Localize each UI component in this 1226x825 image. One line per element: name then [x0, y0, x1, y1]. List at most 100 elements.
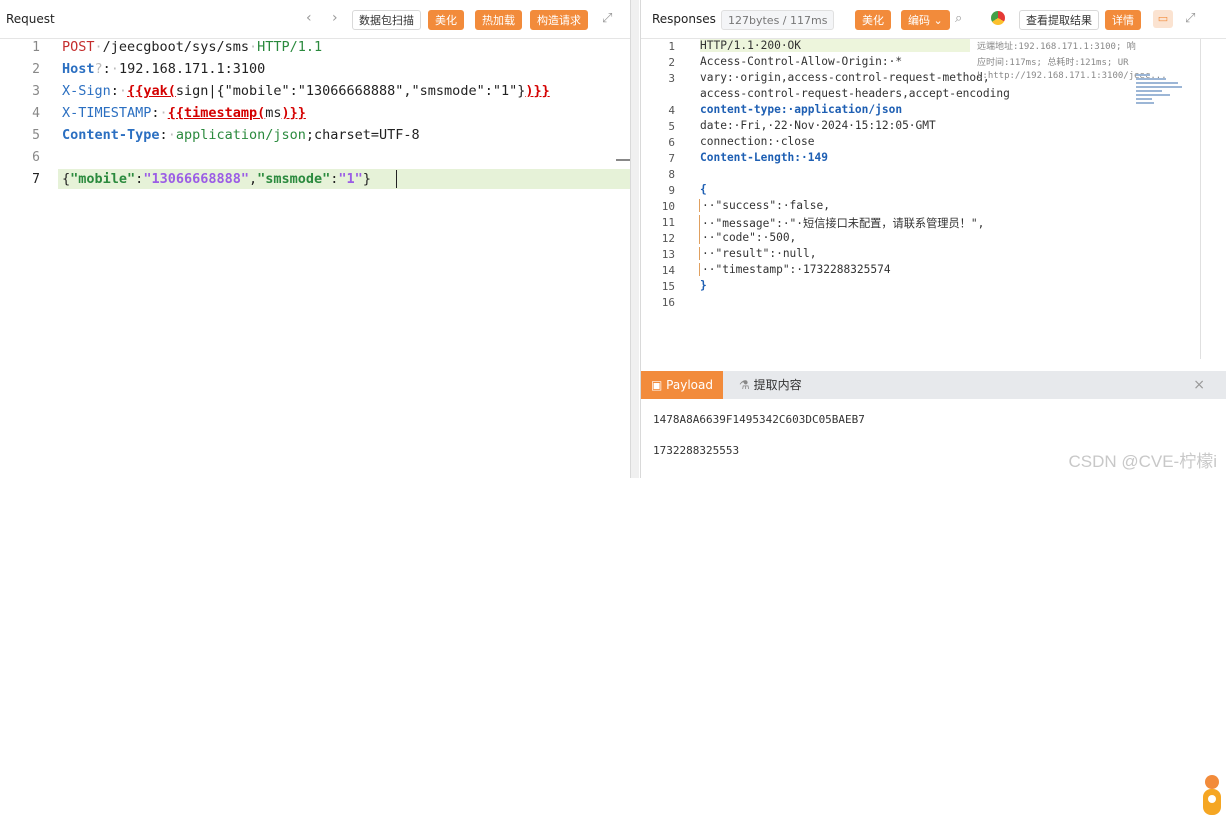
response-line[interactable]: ··"code":·500,	[699, 231, 796, 244]
response-line[interactable]: ··"message":·"·短信接口未配置，请联系管理员！",	[699, 215, 984, 231]
token: ;charset=UTF-8	[305, 127, 420, 143]
request-line[interactable]: X-Sign:·{{yak(sign|{"mobile":"1306666888…	[62, 83, 550, 99]
request-line[interactable]: X-TIMESTAMP:·{{timestamp(ms)}}	[62, 105, 306, 121]
token: ,	[248, 171, 258, 187]
payload-item[interactable]: 1478A8A6639F1495342C603DC05BAEB7	[653, 413, 865, 426]
token: sign|{"mobile":"13066668888","smsmode":"…	[175, 83, 526, 99]
size-badge: 127bytes / 117ms	[721, 10, 835, 30]
token: ·	[118, 83, 128, 99]
response-title: Responses	[652, 12, 716, 26]
encoding-label: 编码	[908, 14, 930, 27]
build-request-button[interactable]: 构造请求	[530, 10, 588, 30]
response-line[interactable]: ··"timestamp":·1732288325574	[699, 263, 891, 276]
tab-extract-label: 提取内容	[753, 378, 802, 392]
close-icon[interactable]: ×	[1193, 377, 1205, 393]
minimap[interactable]	[1136, 74, 1186, 114]
beautify-button[interactable]: 美化	[428, 10, 464, 30]
token: :	[102, 61, 111, 77]
tab-extract[interactable]: ⚗ 提取内容	[729, 371, 812, 399]
packet-scan-button[interactable]: 数据包扫描	[352, 10, 421, 30]
response-toolbar: Responses 127bytes / 117ms 美化 编码 ⌄ ⌕ 查看提…	[641, 0, 1226, 39]
response-line[interactable]: {	[700, 183, 707, 196]
hot-load-button[interactable]: 热加载	[475, 10, 522, 30]
token: {{yak(	[127, 83, 176, 99]
response-line[interactable]: access-control-request-headers,accept-en…	[700, 87, 1010, 100]
watermark: CSDN @CVE-柠檬i	[1068, 452, 1217, 471]
back-arrow-icon[interactable]: ‹	[306, 10, 312, 26]
response-line[interactable]: content-type:·application/json	[700, 103, 902, 116]
response-line[interactable]: ··"success":·false,	[699, 199, 830, 212]
request-panel: Request ‹ › 数据包扫描 美化 热加载 构造请求 ⤢ 1 POST·/j…	[0, 0, 631, 478]
scrollbar-track[interactable]	[1200, 39, 1201, 359]
token: {	[62, 171, 71, 187]
response-line[interactable]: date:·Fri,·22·Nov·2024·15:12:05·GMT	[700, 119, 936, 132]
line-number: 9	[668, 184, 675, 197]
line-number: 15	[661, 280, 675, 293]
token: :	[110, 83, 119, 99]
comment-icon[interactable]: ▭	[1153, 10, 1173, 28]
line-number: 11	[661, 216, 675, 229]
token: POST	[62, 39, 95, 55]
expand-icon[interactable]: ⤢	[1185, 11, 1195, 26]
line-number: 14	[661, 264, 675, 277]
token: Content-Type	[62, 127, 160, 143]
view-extract-button[interactable]: 查看提取结果	[1019, 10, 1099, 30]
response-line[interactable]: HTTP/1.1·200·OK	[700, 39, 970, 52]
response-beautify-button[interactable]: 美化	[855, 10, 891, 30]
expand-icon[interactable]: ⤢	[602, 11, 612, 26]
request-line[interactable]: POST·/jeecgboot/sys/sms·HTTP/1.1	[62, 39, 322, 55]
details-button[interactable]: 详情	[1105, 10, 1141, 30]
line-number: 5	[32, 128, 40, 143]
token: )}}	[281, 105, 306, 121]
response-line[interactable]: Access-Control-Allow-Origin:·*	[700, 55, 902, 68]
line-number: 6	[668, 136, 675, 149]
request-line[interactable]: {"mobile":"13066668888","smsmode":"1"}	[62, 171, 371, 187]
token: /jeecgboot/sys/sms	[102, 39, 249, 55]
token: ·	[167, 127, 176, 143]
mascot-icon	[1201, 775, 1221, 825]
search-icon[interactable]: ⌕	[955, 11, 962, 26]
token: ?	[94, 61, 103, 77]
encoding-dropdown[interactable]: 编码 ⌄	[901, 10, 950, 30]
line-number: 13	[661, 248, 675, 261]
chevron-down-icon: ⌄	[933, 14, 943, 27]
line-number: 2	[668, 56, 675, 69]
token: X-TIMESTAMP	[62, 105, 152, 121]
forward-arrow-icon[interactable]: ›	[332, 10, 338, 26]
line-number: 3	[32, 84, 40, 99]
line-number: 4	[668, 104, 675, 117]
token: ·	[248, 39, 258, 55]
line-number: 8	[668, 168, 675, 181]
line-number: 12	[661, 232, 675, 245]
token: "13066668888"	[143, 171, 249, 187]
panel-divider[interactable]	[631, 0, 639, 478]
response-line[interactable]: Content-Length:·149	[700, 151, 828, 164]
request-editor[interactable]: 1 POST·/jeecgboot/sys/sms·HTTP/1.1 2 Host?:…	[0, 39, 630, 478]
line-number: 6	[32, 150, 40, 165]
tab-payload[interactable]: ▣ Payload	[641, 371, 723, 399]
token: "smsmode"	[257, 171, 331, 187]
line-number: 2	[32, 62, 40, 77]
response-line[interactable]: connection:·close	[700, 135, 815, 148]
token: ·	[94, 39, 103, 55]
token: HTTP/1.1	[257, 39, 323, 55]
request-line[interactable]: Host?:·192.168.171.1:3100	[62, 61, 265, 77]
chrome-browser-icon[interactable]	[991, 11, 1005, 25]
line-number: 7	[668, 152, 675, 165]
response-line[interactable]: }	[700, 279, 707, 292]
token: 192.168.171.1:3100	[118, 61, 266, 77]
token: ms	[265, 105, 282, 121]
payload-item[interactable]: 1732288325553	[653, 444, 739, 457]
flask-icon: ⚗	[739, 378, 750, 392]
line-number: 5	[668, 120, 675, 133]
text-cursor	[396, 170, 397, 188]
response-line[interactable]: ··"result":·null,	[699, 247, 817, 260]
response-line[interactable]: vary:·origin,access-control-request-meth…	[700, 71, 990, 84]
token: X-Sign	[62, 83, 111, 99]
line-number: 16	[661, 296, 675, 309]
bottom-tabs: ▣ Payload ⚗ 提取内容 ×	[641, 371, 1226, 399]
line-number: 4	[32, 106, 40, 121]
token: application/json	[175, 127, 306, 143]
request-title: Request	[6, 12, 55, 26]
request-line[interactable]: Content-Type:·application/json;charset=U…	[62, 127, 420, 143]
